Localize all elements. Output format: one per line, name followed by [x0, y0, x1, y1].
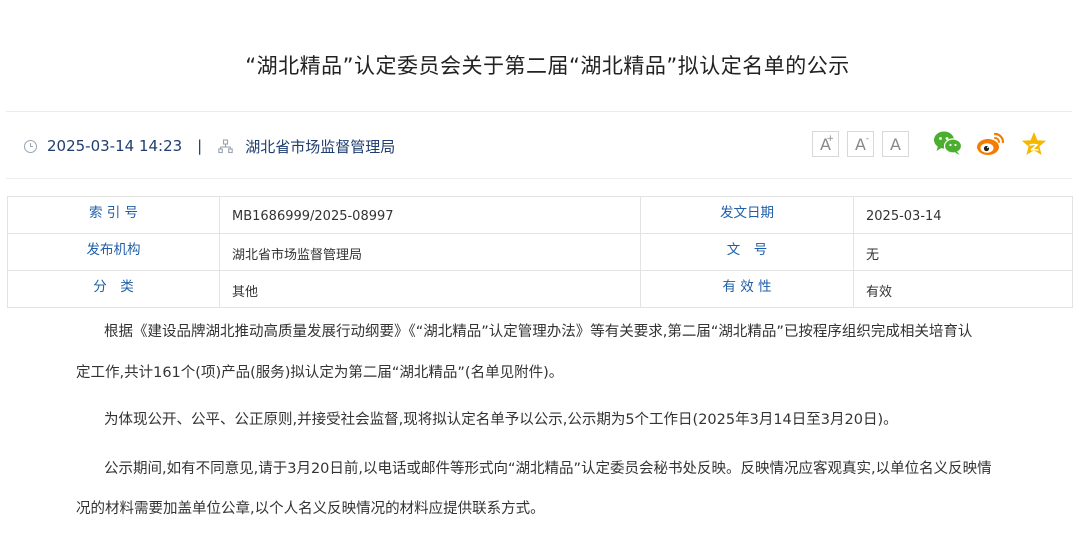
- meta-separator: |: [197, 137, 203, 155]
- info-value: MB1686999/2025-08997: [219, 196, 641, 234]
- source-org: 湖北省市场监督管理局: [245, 137, 396, 156]
- table-row: 发布机构 湖北省市场监督管理局 文 号 无: [7, 233, 1073, 271]
- font-size-controls: A + A- A: [812, 131, 909, 157]
- table-row: 索 引 号 MB1686999/2025-08997 发文日期 2025-03-…: [7, 196, 1073, 234]
- divider-top: [6, 111, 1072, 112]
- weibo-share-button[interactable]: [976, 130, 1006, 158]
- font-smaller-sup: -: [865, 134, 869, 144]
- info-value: 有效: [853, 270, 1073, 308]
- info-label: 有 效 性: [640, 270, 854, 308]
- wechat-icon: [934, 131, 963, 155]
- body-paragraph-3-line-1: 公示期间,如有不同意见,请于3月20日前,以电话或邮件等形式向“湖北精品”认定委…: [104, 461, 992, 477]
- info-label: 发布机构: [7, 233, 220, 271]
- divider-meta: [6, 178, 1072, 179]
- body-paragraph-1-line-1: 根据《建设品牌湖北推动高质量发展行动纲要》《“湖北精品”认定管理办法》等有关要求…: [104, 324, 973, 340]
- font-larger-button[interactable]: A +: [812, 131, 839, 157]
- weibo-icon: [977, 132, 1005, 155]
- wechat-share-button[interactable]: [933, 130, 963, 156]
- table-row: 分 类 其他 有 效 性 有效: [7, 270, 1073, 308]
- article-meta: 2025-03-14 14:23 | 湖北省市场监督管理局: [24, 134, 395, 158]
- clock-icon: [24, 139, 37, 153]
- info-label: 索 引 号: [7, 196, 220, 234]
- font-reset-label: A: [890, 134, 901, 154]
- body-paragraph-2: 为体现公开、公平、公正原则,并接受社会监督,现将拟认定名单予以公示,公示期为5个…: [104, 412, 898, 428]
- body-paragraph-1-line-2: 定工作,共计161个(项)产品(服务)拟认定为第二届“湖北精品”(名单见附件)。: [76, 365, 564, 381]
- info-value: 2025-03-14: [853, 196, 1073, 234]
- body-paragraph-3-line-2: 况的材料需要加盖单位公章,以个人名义反映情况的材料应提供联系方式。: [76, 501, 545, 517]
- org-icon: [218, 138, 233, 153]
- page-title: “湖北精品”认定委员会关于第二届“湖北精品”拟认定名单的公示: [245, 54, 850, 78]
- publish-date: 2025-03-14 14:23: [47, 137, 183, 155]
- info-label: 发文日期: [640, 196, 854, 234]
- star-icon: [1021, 132, 1047, 155]
- info-value: 其他: [219, 270, 641, 308]
- font-larger-sup: +: [826, 134, 834, 144]
- font-smaller-button[interactable]: A-: [847, 131, 874, 157]
- document-info-table: 索 引 号 MB1686999/2025-08997 发文日期 2025-03-…: [7, 196, 1073, 308]
- favorite-button[interactable]: [1020, 130, 1048, 158]
- font-smaller-label: A: [855, 134, 866, 154]
- font-reset-button[interactable]: A: [882, 131, 909, 157]
- info-value: 湖北省市场监督管理局: [219, 233, 641, 271]
- info-label: 文 号: [640, 233, 854, 271]
- info-label: 分 类: [7, 270, 220, 308]
- info-value: 无: [853, 233, 1073, 271]
